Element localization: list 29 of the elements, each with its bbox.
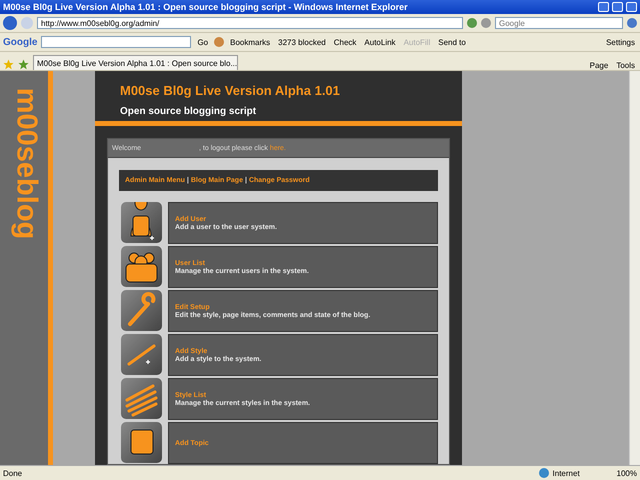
page-title: M00se Bl0g Live Version Alpha 1.01 — [120, 83, 341, 98]
command-button[interactable]: Page — [588, 61, 610, 70]
window-title: M00se Bl0g Live Version Alpha 1.01 : Open source blogging script - Windows Internet Explorer — [3, 2, 409, 12]
browser-tab[interactable]: M00se Bl0g Live Version Alpha 1.01 : Open source blo... — [33, 55, 238, 70]
toolbar-button[interactable]: Bookmarks — [228, 38, 272, 46]
settings-button[interactable]: Settings — [604, 38, 637, 46]
logo: m00seblog — [10, 86, 42, 242]
status-text: Done — [3, 468, 22, 478]
toolbar-button[interactable]: Send to — [436, 38, 468, 46]
go-button[interactable]: Go — [195, 38, 210, 46]
address-field[interactable]: http://www.m00sebl0g.org/admin/ — [37, 17, 463, 29]
add-user-icon[interactable] — [121, 202, 162, 243]
google-search-field[interactable] — [41, 36, 192, 48]
command-button[interactable]: Tools — [614, 61, 637, 70]
toolbar-button[interactable]: AutoLink — [362, 38, 398, 46]
search-field[interactable]: Google — [495, 17, 623, 29]
page-subtitle: Open source blogging script — [120, 106, 258, 117]
square-icon[interactable] — [121, 422, 162, 463]
star-icon[interactable] — [3, 59, 14, 70]
users-group-icon[interactable] — [121, 246, 162, 287]
zone-text: Internet — [552, 468, 581, 478]
google-logo: Google — [3, 36, 38, 48]
brushes-icon[interactable] — [121, 378, 162, 419]
wrench-icon[interactable] — [121, 290, 162, 331]
zoom-level[interactable]: 100% — [616, 468, 637, 478]
star-icon[interactable] — [18, 59, 29, 70]
add-brush-icon[interactable] — [121, 334, 162, 375]
toolbar-button[interactable]: Check — [332, 38, 358, 46]
toolbar-button[interactable]: 3273 blocked — [276, 38, 328, 46]
